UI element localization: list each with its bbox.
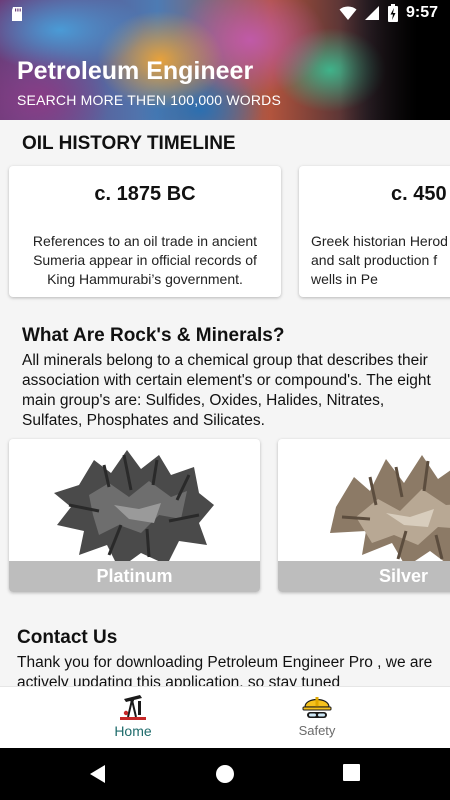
- battery-charging-icon: [387, 4, 398, 22]
- rocks-description: All minerals belong to a chemical group …: [22, 352, 431, 429]
- contact-title: Contact Us: [17, 627, 118, 648]
- timeline-date: c. 450: [391, 183, 447, 205]
- timeline-card[interactable]: c. 1875 BC References to an oil trade in…: [9, 166, 281, 297]
- search-hint[interactable]: SEARCH MORE THEN 100,000 WORDS: [17, 92, 281, 108]
- silver-specimen-image: [330, 455, 450, 567]
- bottom-navigation: Home Safety: [0, 686, 450, 748]
- status-bar: 9:57: [0, 0, 450, 28]
- timeline-title: OIL HISTORY TIMELINE: [22, 133, 236, 154]
- recents-square-icon[interactable]: [343, 764, 360, 781]
- system-navigation-bar: [0, 748, 450, 800]
- app-title: Petroleum Engineer: [17, 57, 254, 85]
- timeline-description: Greek historian Herod and salt productio…: [311, 233, 448, 287]
- wifi-icon: [339, 6, 357, 20]
- oil-derrick-icon: [120, 695, 146, 720]
- nav-safety-label: Safety: [298, 723, 336, 738]
- hard-hat-icon: [302, 697, 332, 718]
- platinum-specimen-image: [54, 450, 214, 569]
- back-icon[interactable]: [89, 764, 107, 784]
- cellular-signal-icon: [364, 6, 379, 20]
- mineral-name: Silver: [378, 566, 429, 586]
- app-header: 9:57 Petroleum Engineer SEARCH MORE THEN…: [0, 0, 450, 120]
- mineral-card-silver[interactable]: Silver: [278, 439, 450, 592]
- timeline-carousel[interactable]: c. 1875 BC References to an oil trade in…: [0, 163, 450, 303]
- contact-body: Thank you for downloading Petroleum Engi…: [17, 654, 433, 686]
- minerals-carousel[interactable]: Platinum Silver: [0, 437, 450, 597]
- nav-home[interactable]: Home: [78, 691, 188, 747]
- mineral-label-bar: Silver: [278, 561, 450, 592]
- mineral-card-platinum[interactable]: Platinum: [9, 439, 260, 592]
- timeline-card[interactable]: c. 450 Greek historian Herod and salt pr…: [299, 166, 450, 297]
- nav-home-label: Home: [114, 723, 152, 739]
- sd-card-icon: [12, 7, 22, 21]
- mineral-name: Platinum: [96, 566, 173, 586]
- home-circle-icon[interactable]: [215, 764, 235, 784]
- timeline-date: c. 1875 BC: [94, 183, 196, 205]
- timeline-description: References to an oil trade in ancient Su…: [32, 233, 258, 287]
- clock: 9:57: [405, 4, 438, 21]
- rocks-title: What Are Rock's & Minerals?: [22, 325, 285, 346]
- mineral-label-bar: Platinum: [9, 561, 260, 592]
- nav-safety[interactable]: Safety: [262, 691, 372, 747]
